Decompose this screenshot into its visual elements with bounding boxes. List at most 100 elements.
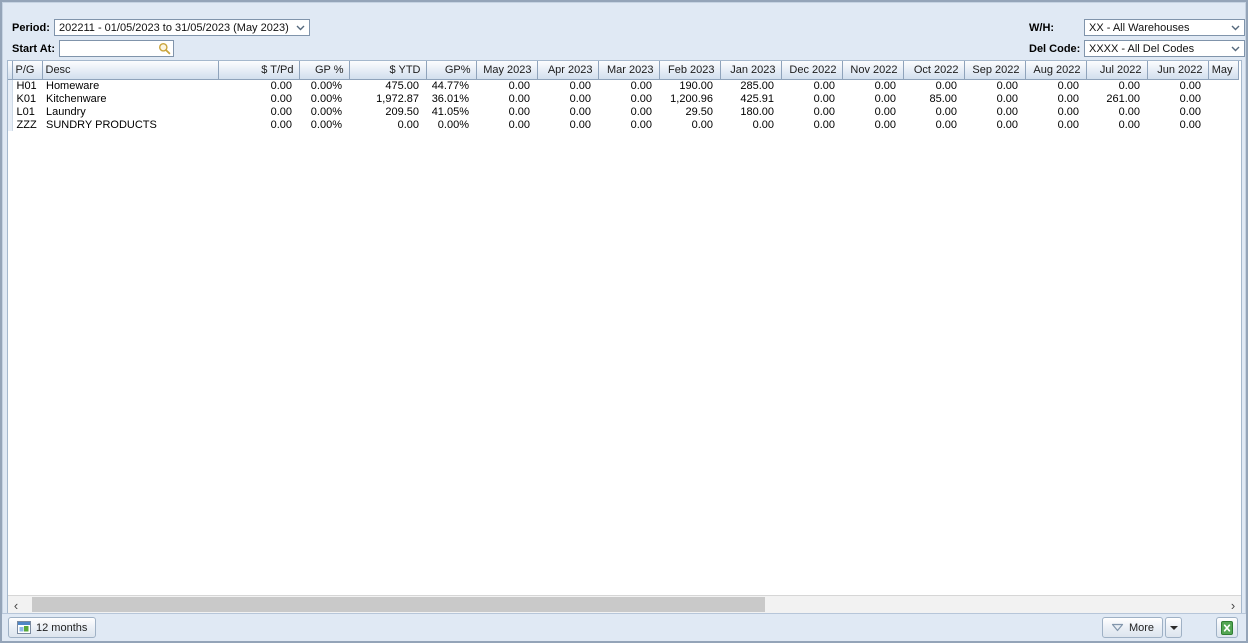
warehouse-value: XX - All Warehouses	[1089, 22, 1189, 34]
chevron-down-icon	[1231, 46, 1240, 52]
cell-value: 475.00	[349, 79, 426, 92]
del-code-select[interactable]: XXXX - All Del Codes	[1084, 40, 1245, 57]
cell-value: 0.00	[476, 79, 537, 92]
cell-value: 44.77%	[426, 79, 476, 92]
cell-value: 261.00	[1086, 92, 1147, 105]
period-label: Period:	[12, 22, 50, 34]
table-row[interactable]: L01Laundry0.000.00%209.5041.05%0.000.000…	[8, 105, 1238, 118]
cell-value: 0.00	[598, 92, 659, 105]
horizontal-scrollbar[interactable]: ‹ ›	[8, 595, 1241, 614]
cell-value: 0.00	[842, 118, 903, 131]
table-row[interactable]: K01Kitchenware0.000.00%1,972.8736.01%0.0…	[8, 92, 1238, 105]
scroll-right-arrow[interactable]: ›	[1225, 596, 1241, 614]
period-value: 202211 - 01/05/2023 to 31/05/2023 (May 2…	[59, 22, 289, 34]
cell-value: 0.00	[964, 79, 1025, 92]
column-header[interactable]: GP %	[299, 61, 349, 79]
column-header[interactable]: GP%	[426, 61, 476, 79]
cell-value: 0.00	[537, 105, 598, 118]
chevron-down-icon	[296, 25, 305, 31]
cell-value: 0.00	[1147, 79, 1208, 92]
cell-value: 0.00	[537, 118, 598, 131]
start-at-label: Start At:	[12, 43, 55, 55]
cell-value: 0.00	[349, 118, 426, 131]
table-row[interactable]: H01Homeware0.000.00%475.0044.77%0.000.00…	[8, 79, 1238, 92]
column-header[interactable]: Sep 2022	[964, 61, 1025, 79]
cell-value: 0.00	[964, 118, 1025, 131]
more-button[interactable]: More	[1102, 617, 1163, 638]
cell-value: 0.00	[218, 79, 299, 92]
cell-value: 85.00	[903, 92, 964, 105]
table-row[interactable]: ZZZSUNDRY PRODUCTS0.000.00%0.000.00%0.00…	[8, 118, 1238, 131]
cell-value: 0.00	[903, 79, 964, 92]
cell-value: 0.00	[842, 92, 903, 105]
cell-description: Homeware	[42, 79, 218, 92]
column-header[interactable]: May	[1208, 61, 1238, 79]
cell-value: 190.00	[659, 79, 720, 92]
cell-value: 0.00	[659, 118, 720, 131]
cell-value: 0.00%	[299, 105, 349, 118]
scrollbar-track[interactable]	[24, 596, 1225, 614]
del-code-value: XXXX - All Del Codes	[1089, 43, 1194, 55]
triangle-down-icon	[1111, 623, 1124, 632]
twelve-months-label: 12 months	[36, 622, 87, 634]
column-header[interactable]: P/G	[12, 61, 42, 79]
scroll-left-arrow[interactable]: ‹	[8, 596, 24, 614]
status-bar: 12 months More	[2, 613, 1246, 641]
cell-product-group: ZZZ	[12, 118, 42, 131]
cell-value: 0.00	[1025, 105, 1086, 118]
cell-value	[1208, 118, 1238, 131]
period-select[interactable]: 202211 - 01/05/2023 to 31/05/2023 (May 2…	[54, 19, 310, 36]
cell-value: 0.00	[598, 118, 659, 131]
excel-export-button[interactable]	[1216, 617, 1238, 638]
column-header[interactable]: May 2023	[476, 61, 537, 79]
data-table: P/GDesc$ T/PdGP %$ YTDGP%May 2023Apr 202…	[8, 61, 1239, 131]
column-header[interactable]: Nov 2022	[842, 61, 903, 79]
column-header[interactable]: $ YTD	[349, 61, 426, 79]
column-header[interactable]: Jan 2023	[720, 61, 781, 79]
cell-value: 41.05%	[426, 105, 476, 118]
column-header[interactable]: Oct 2022	[903, 61, 964, 79]
cell-value: 209.50	[349, 105, 426, 118]
chart-window-icon	[17, 621, 31, 634]
scrollbar-thumb[interactable]	[32, 597, 765, 612]
app-window: Period: 202211 - 01/05/2023 to 31/05/202…	[0, 0, 1248, 643]
cell-product-group: K01	[12, 92, 42, 105]
warehouse-select[interactable]: XX - All Warehouses	[1084, 19, 1245, 36]
product-group-grid: P/GDesc$ T/PdGP %$ YTDGP%May 2023Apr 202…	[7, 60, 1242, 615]
cell-value: 0.00	[1086, 79, 1147, 92]
cell-value: 0.00	[781, 79, 842, 92]
column-header[interactable]: Mar 2023	[598, 61, 659, 79]
column-header[interactable]: Desc	[42, 61, 218, 79]
cell-value	[1208, 92, 1238, 105]
cell-product-group: H01	[12, 79, 42, 92]
cell-value: 0.00	[476, 92, 537, 105]
cell-description: Laundry	[42, 105, 218, 118]
cell-value: 0.00	[598, 105, 659, 118]
del-code-label: Del Code:	[1029, 43, 1080, 55]
column-header[interactable]: Apr 2023	[537, 61, 598, 79]
column-header[interactable]: Aug 2022	[1025, 61, 1086, 79]
cell-value: 425.91	[720, 92, 781, 105]
cell-value: 285.00	[720, 79, 781, 92]
column-header[interactable]: Feb 2023	[659, 61, 720, 79]
cell-value: 1,200.96	[659, 92, 720, 105]
cell-value: 0.00	[842, 105, 903, 118]
search-icon[interactable]	[158, 42, 171, 55]
cell-value: 0.00	[1025, 118, 1086, 131]
cell-value: 0.00	[903, 105, 964, 118]
twelve-months-button[interactable]: 12 months	[8, 617, 96, 638]
column-header[interactable]: Dec 2022	[781, 61, 842, 79]
cell-value: 0.00	[537, 79, 598, 92]
column-header[interactable]: Jul 2022	[1086, 61, 1147, 79]
column-header[interactable]: $ T/Pd	[218, 61, 299, 79]
column-header[interactable]: Jun 2022	[1147, 61, 1208, 79]
start-at-input[interactable]	[60, 42, 158, 55]
more-label: More	[1129, 622, 1154, 634]
header-row: P/GDesc$ T/PdGP %$ YTDGP%May 2023Apr 202…	[8, 61, 1238, 79]
cell-value: 0.00	[218, 105, 299, 118]
cell-value: 0.00	[964, 92, 1025, 105]
cell-value: 0.00	[537, 92, 598, 105]
more-dropdown-button[interactable]	[1165, 617, 1182, 638]
cell-value: 29.50	[659, 105, 720, 118]
cell-value: 0.00	[1147, 92, 1208, 105]
